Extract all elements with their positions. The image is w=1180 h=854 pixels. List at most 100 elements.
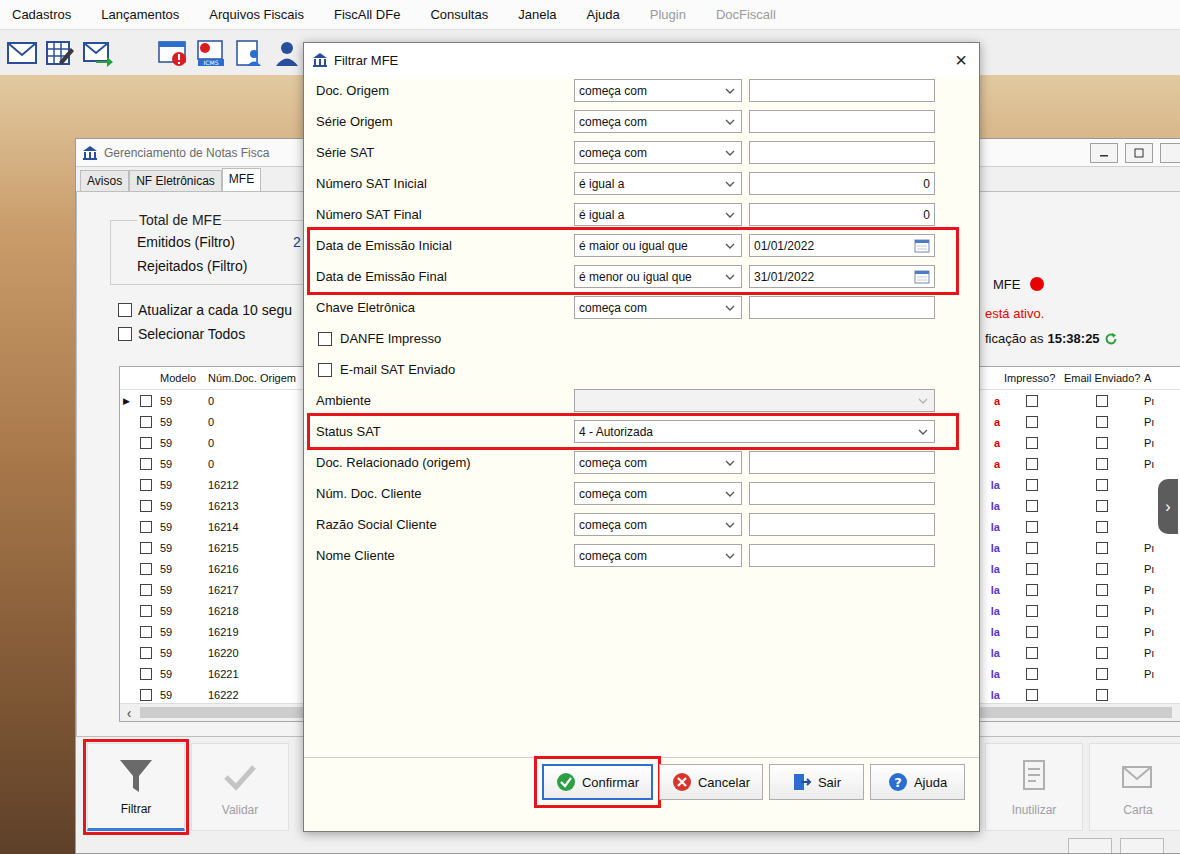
- emailed-checkbox[interactable]: [1096, 458, 1108, 470]
- row-checkbox[interactable]: [140, 500, 152, 512]
- icms-button[interactable]: ICMS: [193, 34, 228, 72]
- emailed-checkbox[interactable]: [1096, 500, 1108, 512]
- checkbox-label[interactable]: E-mail SAT Enviado: [340, 362, 455, 377]
- send-mail-button[interactable]: [80, 34, 115, 72]
- refresh-icon[interactable]: [1104, 332, 1118, 346]
- side-panel-handle[interactable]: ›: [1158, 479, 1178, 534]
- menu-item[interactable]: Cadastros: [12, 7, 71, 22]
- row-checkbox[interactable]: [140, 479, 152, 491]
- option-label[interactable]: Selecionar Todos: [138, 326, 245, 342]
- printed-checkbox[interactable]: [1026, 647, 1038, 659]
- maximize-button[interactable]: [1125, 143, 1153, 163]
- menu-item[interactable]: Plugin: [650, 7, 686, 22]
- checkbox[interactable]: [318, 332, 332, 346]
- value-input[interactable]: 0: [749, 203, 935, 226]
- footer-button[interactable]: [1120, 838, 1164, 853]
- action-button[interactable]: Filtrar: [87, 743, 185, 831]
- row-checkbox[interactable]: [140, 563, 152, 575]
- close-button[interactable]: ×: [951, 49, 971, 72]
- mail-button[interactable]: [4, 34, 39, 72]
- printed-checkbox[interactable]: [1026, 689, 1038, 701]
- row-checkbox[interactable]: [140, 626, 152, 638]
- operator-dropdown[interactable]: é menor ou igual que: [574, 265, 742, 288]
- operator-dropdown[interactable]: começa com: [574, 451, 742, 474]
- value-input[interactable]: 0: [749, 172, 935, 195]
- emailed-checkbox[interactable]: [1096, 542, 1108, 554]
- operator-dropdown[interactable]: começa com: [574, 110, 742, 133]
- emailed-checkbox[interactable]: [1096, 647, 1108, 659]
- checkbox[interactable]: [118, 327, 132, 341]
- document-person-button[interactable]: [231, 34, 266, 72]
- dropdown[interactable]: [574, 389, 935, 412]
- emailed-checkbox[interactable]: [1096, 605, 1108, 617]
- printed-checkbox[interactable]: [1026, 395, 1038, 407]
- printed-checkbox[interactable]: [1026, 521, 1038, 533]
- alert-button[interactable]: [155, 34, 190, 72]
- row-checkbox[interactable]: [140, 647, 152, 659]
- row-checkbox[interactable]: [140, 416, 152, 428]
- column-header[interactable]: Email Enviado?: [1062, 372, 1142, 384]
- checkbox[interactable]: [318, 363, 332, 377]
- operator-dropdown[interactable]: começa com: [574, 141, 742, 164]
- printed-checkbox[interactable]: [1026, 437, 1038, 449]
- emailed-checkbox[interactable]: [1096, 668, 1108, 680]
- minimize-button[interactable]: [1090, 143, 1118, 163]
- value-input[interactable]: [749, 544, 935, 567]
- menu-item[interactable]: Janela: [518, 7, 556, 22]
- operator-dropdown[interactable]: começa com: [574, 296, 742, 319]
- operator-dropdown[interactable]: começa com: [574, 79, 742, 102]
- column-header[interactable]: Modelo: [158, 372, 206, 384]
- value-input[interactable]: [749, 79, 935, 102]
- calendar-icon[interactable]: [914, 239, 930, 253]
- operator-dropdown[interactable]: é maior ou igual que: [574, 234, 742, 257]
- scroll-left[interactable]: ‹: [120, 705, 138, 721]
- close-button[interactable]: [1160, 143, 1180, 163]
- row-checkbox[interactable]: [140, 458, 152, 470]
- tab[interactable]: NF Eletrônicas: [129, 170, 222, 191]
- printed-checkbox[interactable]: [1026, 479, 1038, 491]
- emailed-checkbox[interactable]: [1096, 584, 1108, 596]
- printed-checkbox[interactable]: [1026, 626, 1038, 638]
- calendar-icon[interactable]: [914, 270, 930, 284]
- menu-item[interactable]: Arquivos Fiscais: [209, 7, 304, 22]
- value-input[interactable]: 01/01/2022: [749, 234, 935, 257]
- menu-item[interactable]: Ajuda: [587, 7, 620, 22]
- option-label[interactable]: Atualizar a cada 10 segu: [138, 302, 292, 318]
- operator-dropdown[interactable]: é igual a: [574, 203, 742, 226]
- printed-checkbox[interactable]: [1026, 563, 1038, 575]
- value-input[interactable]: [749, 482, 935, 505]
- dialog-button[interactable]: Sair: [769, 764, 864, 800]
- value-input[interactable]: [749, 141, 935, 164]
- action-button[interactable]: Inutilizar: [985, 743, 1083, 831]
- row-checkbox[interactable]: [140, 668, 152, 680]
- emailed-checkbox[interactable]: [1096, 437, 1108, 449]
- emailed-checkbox[interactable]: [1096, 479, 1108, 491]
- emailed-checkbox[interactable]: [1096, 689, 1108, 701]
- printed-checkbox[interactable]: [1026, 605, 1038, 617]
- dropdown[interactable]: 4 - Autorizada: [574, 420, 935, 443]
- row-checkbox[interactable]: [140, 689, 152, 701]
- dialog-button[interactable]: Cancelar: [659, 764, 763, 800]
- dialog-button[interactable]: ?Ajuda: [870, 764, 965, 800]
- operator-dropdown[interactable]: é igual a: [574, 172, 742, 195]
- value-input[interactable]: [749, 451, 935, 474]
- scroll-right[interactable]: ›: [1174, 705, 1180, 721]
- checkbox-label[interactable]: DANFE Impresso: [340, 331, 441, 346]
- person-button[interactable]: [269, 34, 304, 72]
- operator-dropdown[interactable]: começa com: [574, 513, 742, 536]
- action-button[interactable]: Validar: [191, 743, 289, 831]
- column-header[interactable]: Impresso?: [1002, 372, 1062, 384]
- dialog-button[interactable]: Confirmar: [542, 764, 653, 800]
- menu-item[interactable]: Lançamentos: [101, 7, 179, 22]
- value-input[interactable]: [749, 513, 935, 536]
- row-checkbox[interactable]: [140, 584, 152, 596]
- tab[interactable]: MFE: [222, 168, 261, 191]
- action-button[interactable]: Carta: [1089, 743, 1180, 831]
- printed-checkbox[interactable]: [1026, 584, 1038, 596]
- menu-item[interactable]: FiscAll DFe: [334, 7, 400, 22]
- printed-checkbox[interactable]: [1026, 500, 1038, 512]
- printed-checkbox[interactable]: [1026, 416, 1038, 428]
- grid-button[interactable]: [42, 34, 77, 72]
- printed-checkbox[interactable]: [1026, 668, 1038, 680]
- value-input[interactable]: [749, 296, 935, 319]
